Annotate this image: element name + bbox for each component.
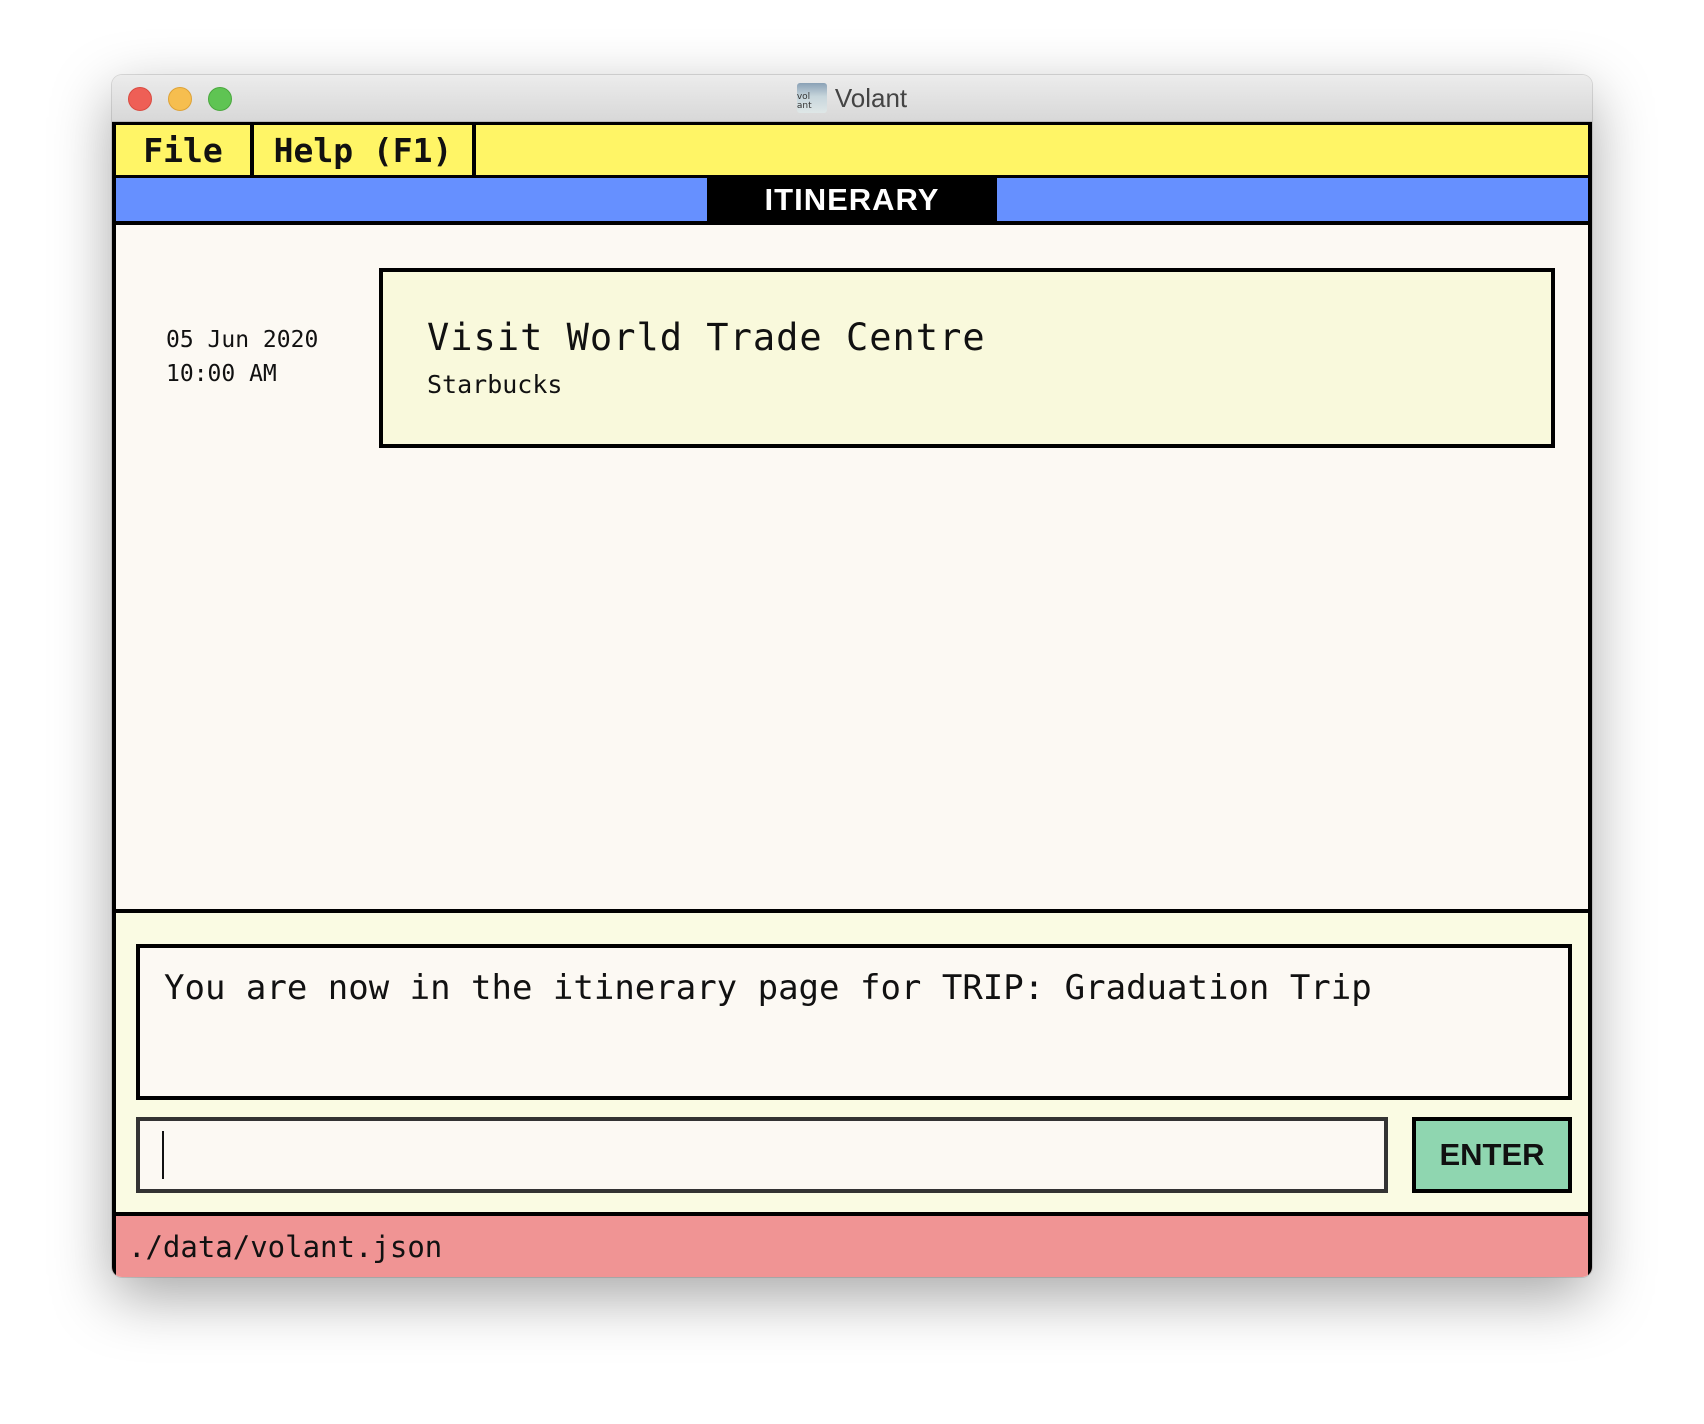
itinerary-panel: 05 Jun 2020 10:00 AM Visit World Trade C… — [112, 225, 1592, 913]
enter-button[interactable]: ENTER — [1412, 1117, 1572, 1193]
title-center: vol ant Volant — [112, 75, 1592, 121]
app-content: File Help (F1) ITINERARY 05 Jun 2020 10:… — [112, 122, 1592, 1277]
result-display: You are now in the itinerary page for TR… — [136, 944, 1572, 1100]
itinerary-item-date: 05 Jun 2020 — [166, 327, 319, 353]
tab-itinerary[interactable]: ITINERARY — [707, 178, 997, 221]
title-bar: vol ant Volant — [112, 75, 1592, 122]
itinerary-item-title: Visit World Trade Centre — [427, 316, 986, 359]
window-title: Volant — [834, 82, 908, 113]
menu-help[interactable]: Help (F1) — [254, 125, 476, 175]
itinerary-item-datetime: 05 Jun 2020 10:00 AM — [166, 323, 318, 391]
status-bar: ./data/volant.json — [112, 1216, 1592, 1277]
result-message: You are now in the itinerary page for TR… — [164, 968, 1372, 1008]
app-window: vol ant Volant File Help (F1) ITINERARY … — [112, 75, 1592, 1277]
menu-file[interactable]: File — [116, 125, 254, 175]
itinerary-item-time: 10:00 AM — [166, 361, 277, 387]
menu-bar: File Help (F1) — [112, 122, 1592, 178]
tab-strip: ITINERARY — [112, 178, 1592, 225]
itinerary-item-card[interactable]: Visit World Trade Centre Starbucks — [379, 268, 1555, 448]
command-panel: You are now in the itinerary page for TR… — [112, 913, 1592, 1216]
status-file-path: ./data/volant.json — [128, 1229, 443, 1264]
app-icon: vol ant — [796, 83, 827, 113]
text-caret — [162, 1131, 164, 1179]
itinerary-item-location: Starbucks — [427, 370, 563, 399]
command-input[interactable] — [136, 1117, 1388, 1193]
app-icon-label: vol ant — [796, 92, 812, 111]
